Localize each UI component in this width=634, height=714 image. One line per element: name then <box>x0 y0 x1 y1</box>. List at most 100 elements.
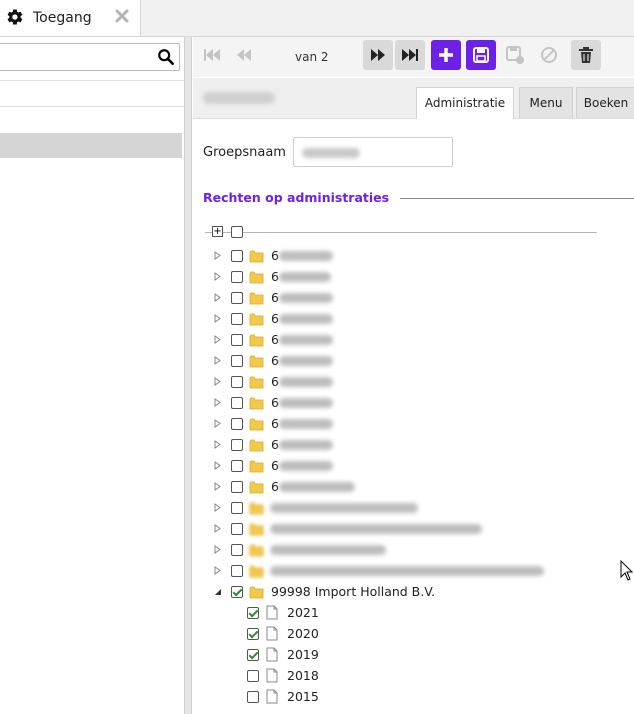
year-checkbox[interactable] <box>247 649 259 661</box>
search-icon[interactable] <box>157 48 175 66</box>
redacted-label <box>270 566 544 576</box>
row-checkbox[interactable] <box>231 502 243 514</box>
tab-menu[interactable]: Menu <box>519 87 573 118</box>
row-label: 99998 Import Holland B.V. <box>271 584 436 599</box>
tab-toegang[interactable]: Toegang <box>0 0 141 36</box>
close-icon[interactable] <box>114 8 130 24</box>
panel-splitter[interactable] <box>184 37 192 714</box>
expand-arrow-icon[interactable] <box>213 314 222 323</box>
row-checkbox[interactable] <box>231 523 243 535</box>
tree-row[interactable]: 6 <box>200 267 634 288</box>
tree-child-row[interactable]: 2018 <box>200 666 634 687</box>
year-checkbox[interactable] <box>247 670 259 682</box>
expand-arrow-icon[interactable] <box>213 566 222 575</box>
add-button[interactable] <box>431 40 461 70</box>
folder-icon <box>249 396 264 410</box>
tree-row-expanded[interactable]: 99998 Import Holland B.V. <box>200 582 634 603</box>
save-button[interactable] <box>466 40 496 70</box>
row-label-prefix: 6 <box>271 332 279 347</box>
delete-button[interactable] <box>571 40 601 70</box>
row-checkbox[interactable] <box>231 544 243 556</box>
row-checkbox[interactable] <box>231 334 243 346</box>
previous-record-button[interactable] <box>229 40 259 70</box>
search-box[interactable] <box>0 43 180 71</box>
cancel-button[interactable] <box>534 40 564 70</box>
ban-icon <box>541 47 557 63</box>
tree-row[interactable] <box>200 561 634 582</box>
expand-arrow-icon[interactable] <box>213 461 222 470</box>
tree-row[interactable]: 6 <box>200 246 634 267</box>
expand-arrow-icon[interactable] <box>213 293 222 302</box>
tree-row[interactable]: 6 <box>200 414 634 435</box>
expand-arrow-icon[interactable] <box>213 524 222 533</box>
tree-row[interactable]: 6 <box>200 351 634 372</box>
row-checkbox[interactable] <box>231 376 243 388</box>
redacted-label <box>279 314 333 324</box>
group-name-field[interactable] <box>293 137 453 167</box>
save-copy-button[interactable] <box>500 40 530 70</box>
year-checkbox[interactable] <box>247 607 259 619</box>
row-checkbox[interactable] <box>231 271 243 283</box>
tree-row[interactable] <box>200 519 634 540</box>
expand-all-button[interactable]: + <box>212 226 223 237</box>
search-input[interactable] <box>1 44 155 70</box>
expand-arrow-icon[interactable] <box>213 545 222 554</box>
row-checkbox[interactable] <box>231 481 243 493</box>
tree-row[interactable]: 6 <box>200 372 634 393</box>
row-label-prefix: 6 <box>271 374 279 389</box>
row-checkbox[interactable] <box>231 313 243 325</box>
list-item-selected[interactable] <box>0 133 182 158</box>
row-checkbox[interactable] <box>231 292 243 304</box>
expand-arrow-icon[interactable] <box>213 482 222 491</box>
expand-arrow-icon[interactable] <box>213 335 222 344</box>
file-icon <box>266 689 278 704</box>
expand-arrow-icon[interactable] <box>213 356 222 365</box>
tree-row[interactable]: 6 <box>200 288 634 309</box>
expand-arrow-icon[interactable] <box>213 503 222 512</box>
year-checkbox[interactable] <box>247 691 259 703</box>
row-checkbox[interactable] <box>231 250 243 262</box>
save-icon <box>473 47 489 63</box>
row-checkbox[interactable] <box>231 586 243 598</box>
expand-arrow-icon[interactable] <box>213 251 222 260</box>
tab-boeken[interactable]: Boeken <box>576 87 634 118</box>
tree-row[interactable] <box>200 498 634 519</box>
select-all-checkbox[interactable] <box>231 226 243 238</box>
group-name-value <box>302 148 360 158</box>
first-record-button[interactable] <box>197 40 227 70</box>
tree-child-row[interactable]: 2019 <box>200 645 634 666</box>
row-checkbox[interactable] <box>231 460 243 472</box>
next-record-button[interactable] <box>363 40 393 70</box>
tree-row[interactable]: 6 <box>200 456 634 477</box>
row-checkbox[interactable] <box>231 418 243 430</box>
tree-row[interactable] <box>200 540 634 561</box>
expand-arrow-icon[interactable] <box>213 440 222 449</box>
tree-child-row[interactable]: 2020 <box>200 624 634 645</box>
expand-arrow-icon[interactable] <box>213 272 222 281</box>
redacted-label <box>279 251 333 261</box>
folder-icon <box>249 417 264 431</box>
tree-row[interactable]: 6 <box>200 435 634 456</box>
expand-arrow-icon[interactable] <box>213 419 222 428</box>
expand-arrow-icon[interactable] <box>213 398 222 407</box>
row-checkbox[interactable] <box>231 355 243 367</box>
tab-label: Toegang <box>33 10 92 26</box>
row-checkbox[interactable] <box>231 565 243 577</box>
folder-icon <box>249 249 264 263</box>
tree-child-row[interactable]: 2021 <box>200 603 634 624</box>
row-checkbox[interactable] <box>231 439 243 451</box>
toolbar: van 2 <box>193 37 634 77</box>
trash-icon <box>579 47 593 63</box>
row-label-prefix: 6 <box>271 395 279 410</box>
year-checkbox[interactable] <box>247 628 259 640</box>
tab-administratie[interactable]: Administratie <box>416 87 514 119</box>
tree-row[interactable]: 6 <box>200 309 634 330</box>
tree-child-row[interactable]: 2015 <box>200 687 634 708</box>
last-record-button[interactable] <box>395 40 425 70</box>
tree-row[interactable]: 6 <box>200 393 634 414</box>
tree-row[interactable]: 6 <box>200 477 634 498</box>
expand-arrow-icon[interactable] <box>213 377 222 386</box>
row-checkbox[interactable] <box>231 397 243 409</box>
tree-row[interactable]: 6 <box>200 330 634 351</box>
collapse-arrow-icon[interactable] <box>213 587 222 596</box>
